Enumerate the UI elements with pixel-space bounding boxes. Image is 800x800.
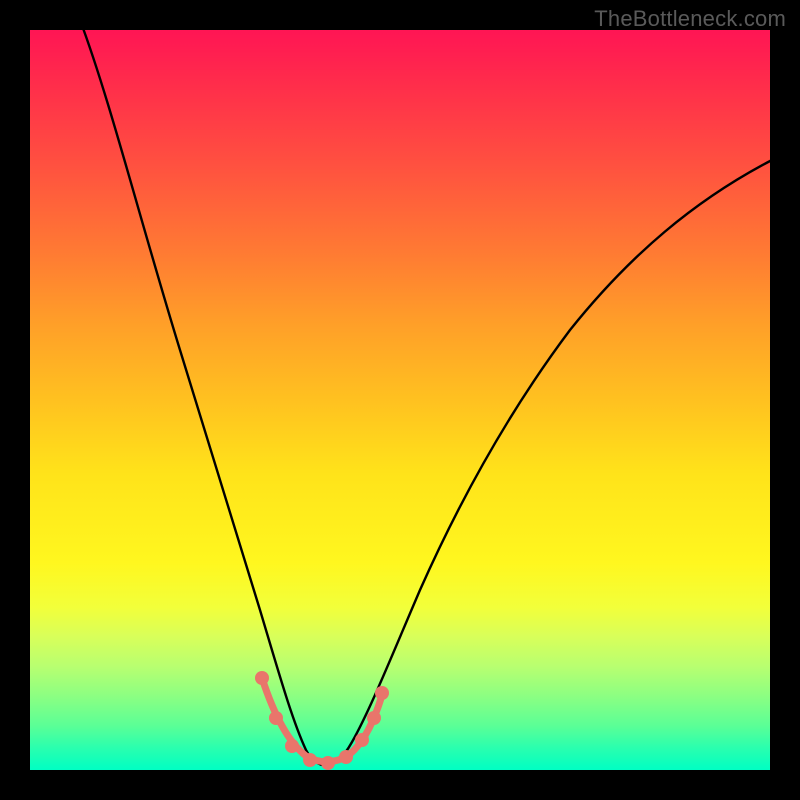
curve-right-branch [326, 160, 772, 766]
chart-svg [30, 30, 770, 770]
chart-frame: TheBottleneck.com [0, 0, 800, 800]
watermark-text: TheBottleneck.com [594, 6, 786, 32]
marker-beads [255, 671, 389, 770]
curve-left-branch [80, 20, 326, 766]
